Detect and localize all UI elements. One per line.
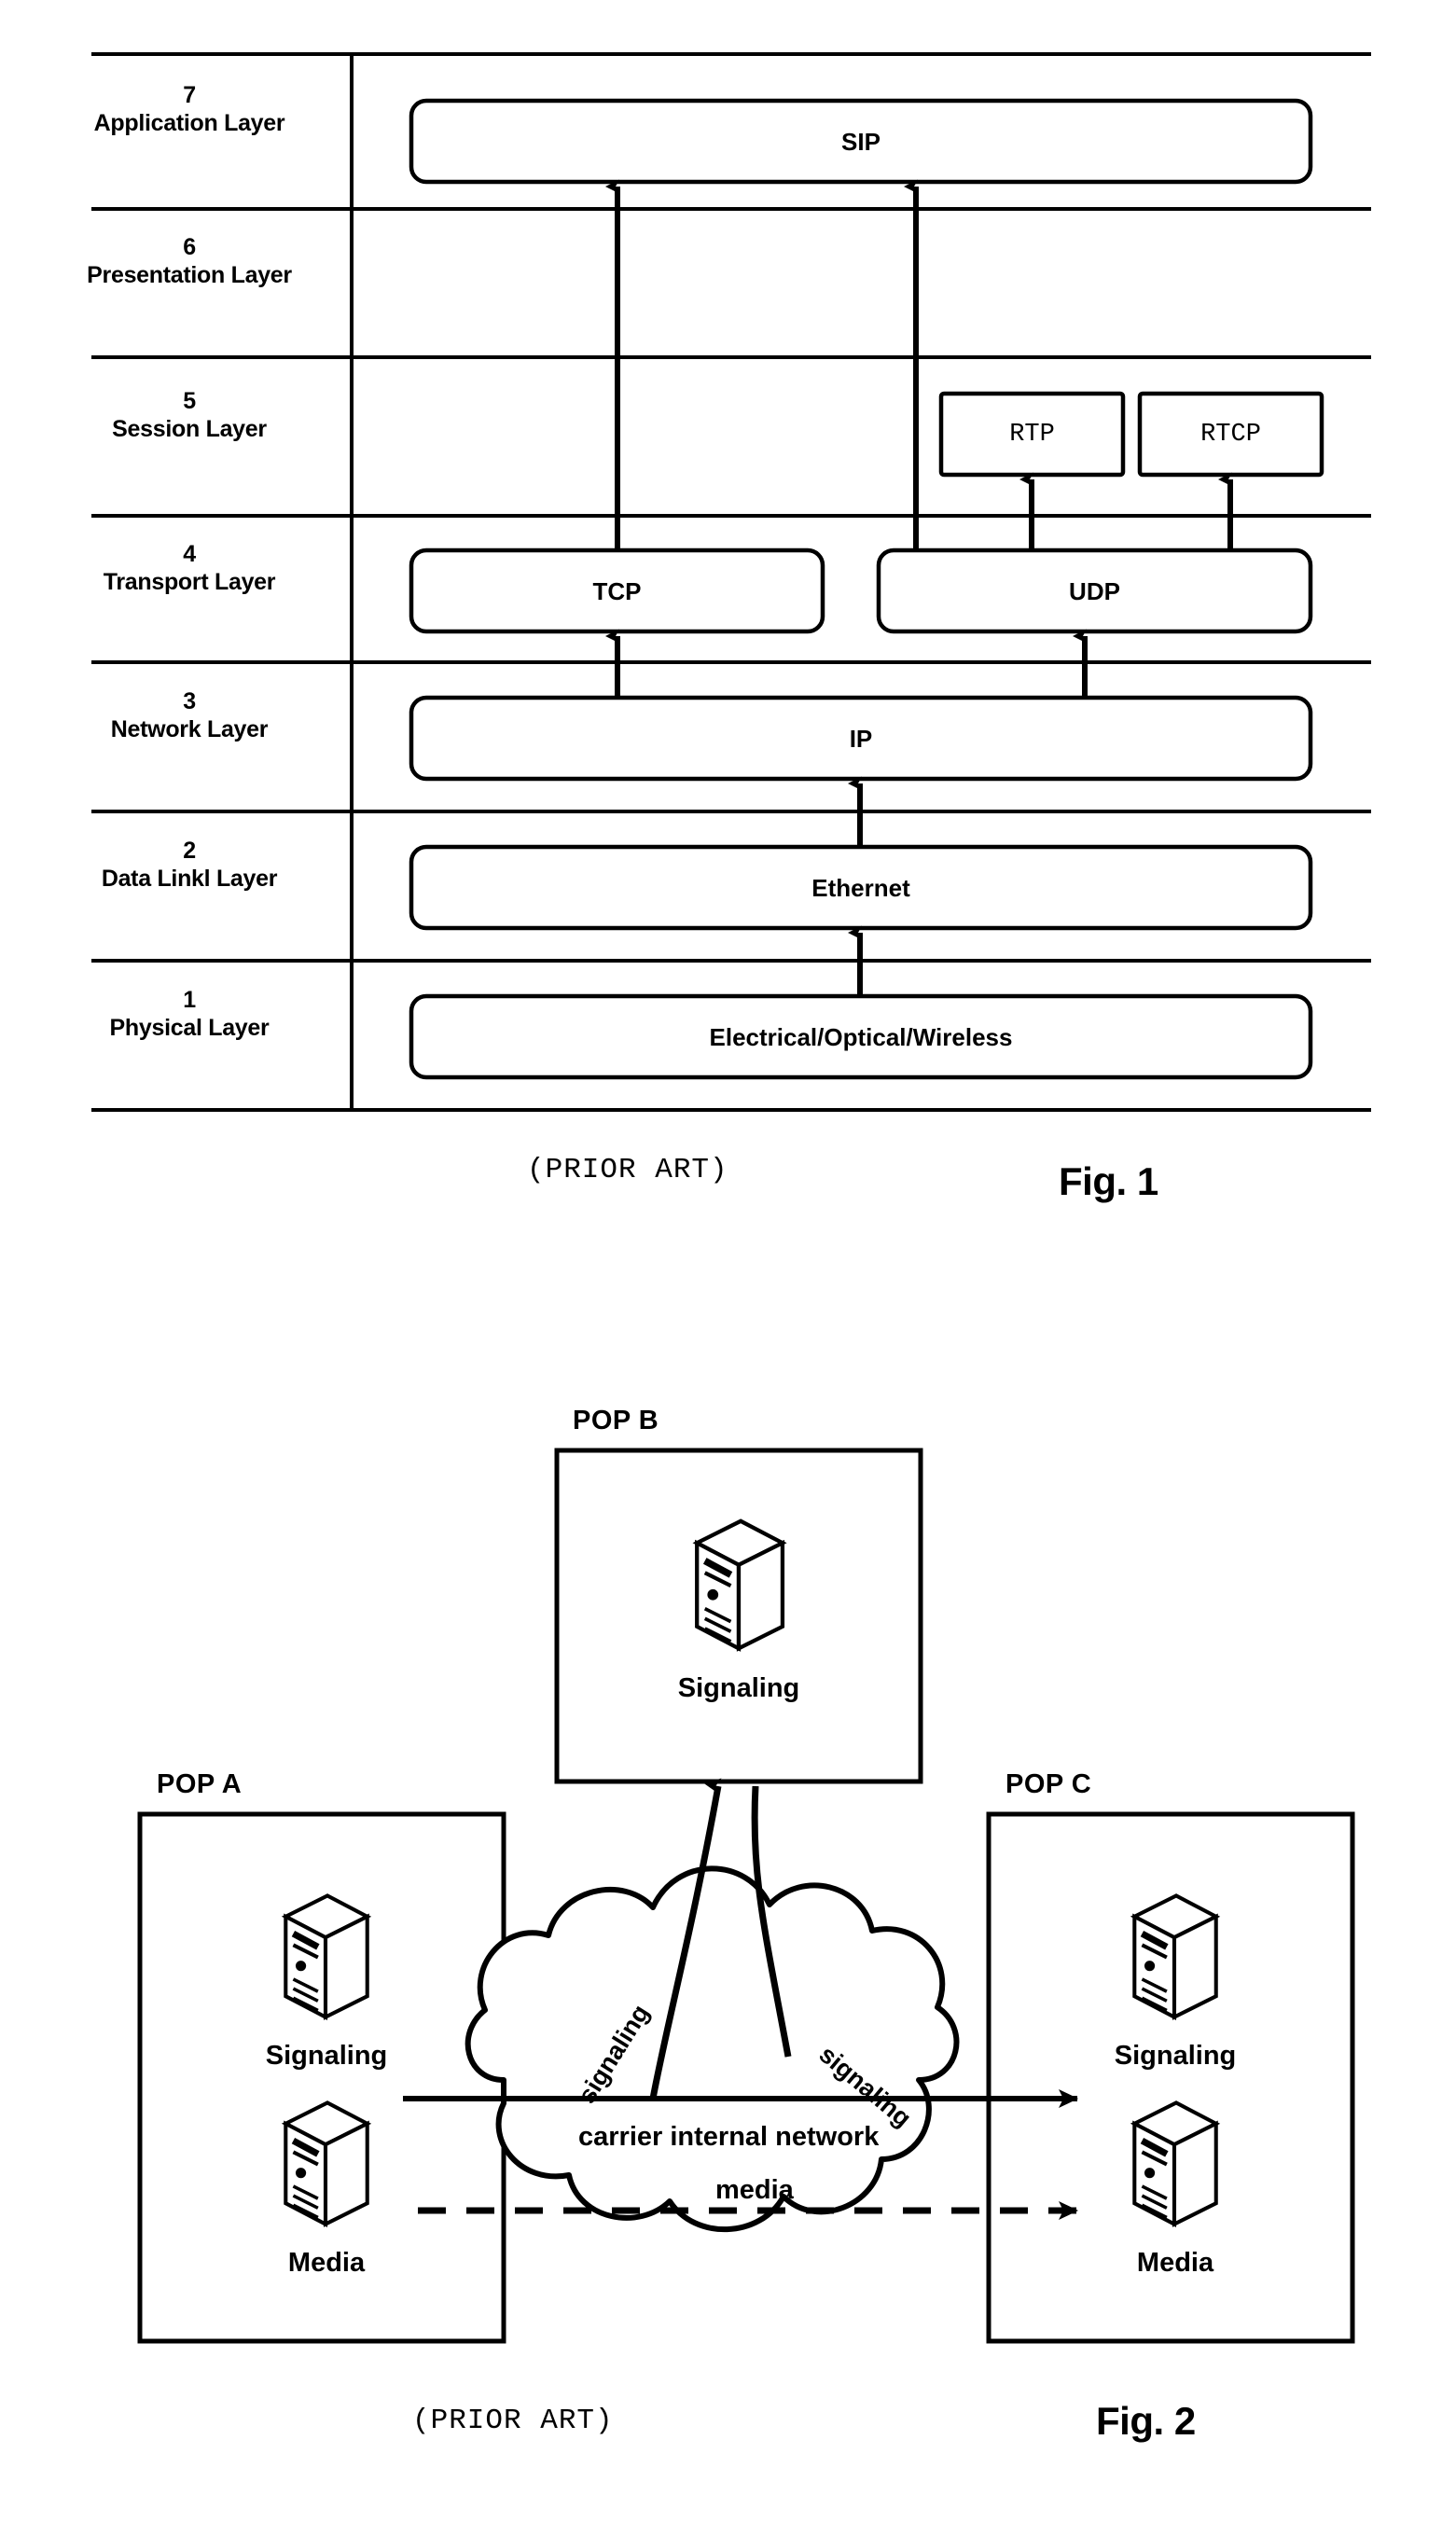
figure-1-caption: Fig. 1 bbox=[1059, 1159, 1158, 1203]
osi-layer-2-number: 2 bbox=[183, 838, 196, 864]
osi-layer-4-number: 4 bbox=[183, 541, 196, 567]
figure-1-drawing bbox=[91, 52, 1371, 1112]
figure-2-caption: Fig. 2 bbox=[1096, 2399, 1196, 2443]
osi-layer-6: 6 Presentation Layer bbox=[35, 234, 343, 289]
osi-layer-1-number: 1 bbox=[183, 987, 196, 1013]
protocol-label-udp: UDP bbox=[1069, 577, 1120, 605]
cloud-media-label: media bbox=[715, 2175, 794, 2205]
protocol-label-physical: Electrical/Optical/Wireless bbox=[709, 1023, 1013, 1051]
protocol-label-sip: SIP bbox=[841, 128, 881, 156]
figure-2-prior-art-note: (PRIOR ART) bbox=[412, 2405, 614, 2437]
protocol-label-ip: IP bbox=[849, 725, 873, 753]
pop-c-node-signaling-label: Signaling bbox=[1114, 2041, 1237, 2071]
pop-a-node-media-label: Media bbox=[287, 2248, 366, 2278]
server-icon-pop-b-signaling bbox=[679, 1509, 798, 1658]
server-icon-pop-c-media bbox=[1117, 2091, 1231, 2234]
protocol-label-tcp: TCP bbox=[592, 577, 642, 605]
pop-b-label: POP B bbox=[573, 1406, 659, 1435]
pop-c-label: POP C bbox=[1005, 1769, 1092, 1799]
osi-layer-7-number: 7 bbox=[183, 82, 196, 108]
pop-b-node-signaling-label: Signaling bbox=[677, 1673, 800, 1703]
figure-2-pop-network: POP B Signaling POP A Signaling Media PO… bbox=[0, 1278, 1456, 2523]
osi-layer-2: 2 Data Linkl Layer bbox=[35, 838, 343, 893]
osi-layer-2-name: Data Linkl Layer bbox=[101, 865, 278, 892]
cloud-network-label: carrier internal network bbox=[578, 2122, 880, 2152]
osi-layer-5-number: 5 bbox=[183, 388, 196, 414]
pop-c-node-media-label: Media bbox=[1136, 2248, 1214, 2278]
osi-layer-7: 7 Application Layer bbox=[35, 82, 343, 137]
protocol-label-ethernet: Ethernet bbox=[811, 874, 910, 902]
pop-a-label: POP A bbox=[157, 1769, 243, 1799]
server-icon-pop-a-signaling bbox=[269, 1884, 382, 2027]
osi-layer-3-number: 3 bbox=[183, 688, 196, 714]
figure-1-osi-stack: 7 Application Layer 6 Presentation Layer… bbox=[0, 0, 1456, 1278]
osi-layer-6-name: Presentation Layer bbox=[87, 261, 292, 288]
osi-layer-5-name: Session Layer bbox=[112, 415, 267, 442]
osi-layer-6-number: 6 bbox=[183, 234, 196, 260]
osi-layer-1-name: Physical Layer bbox=[109, 1014, 270, 1041]
osi-layer-4-name: Transport Layer bbox=[103, 568, 276, 595]
figure-2-drawing bbox=[137, 1448, 1355, 2344]
carrier-network-cloud bbox=[465, 1865, 960, 2233]
server-icon-pop-c-signaling bbox=[1117, 1884, 1231, 2027]
protocol-label-rtp: RTP bbox=[1009, 421, 1055, 449]
protocol-label-rtcp: RTCP bbox=[1200, 421, 1261, 449]
osi-layer-5: 5 Session Layer bbox=[35, 388, 343, 443]
osi-layer-1: 1 Physical Layer bbox=[35, 987, 343, 1042]
osi-layer-3: 3 Network Layer bbox=[35, 688, 343, 743]
osi-layer-3-name: Network Layer bbox=[110, 715, 269, 742]
pop-a-node-signaling-label: Signaling bbox=[265, 2041, 388, 2071]
osi-layer-7-name: Application Layer bbox=[93, 109, 285, 136]
osi-layer-4: 4 Transport Layer bbox=[35, 541, 343, 596]
server-icon-pop-a-media bbox=[269, 2091, 382, 2234]
figure-1-prior-art-note: (PRIOR ART) bbox=[527, 1154, 728, 1186]
